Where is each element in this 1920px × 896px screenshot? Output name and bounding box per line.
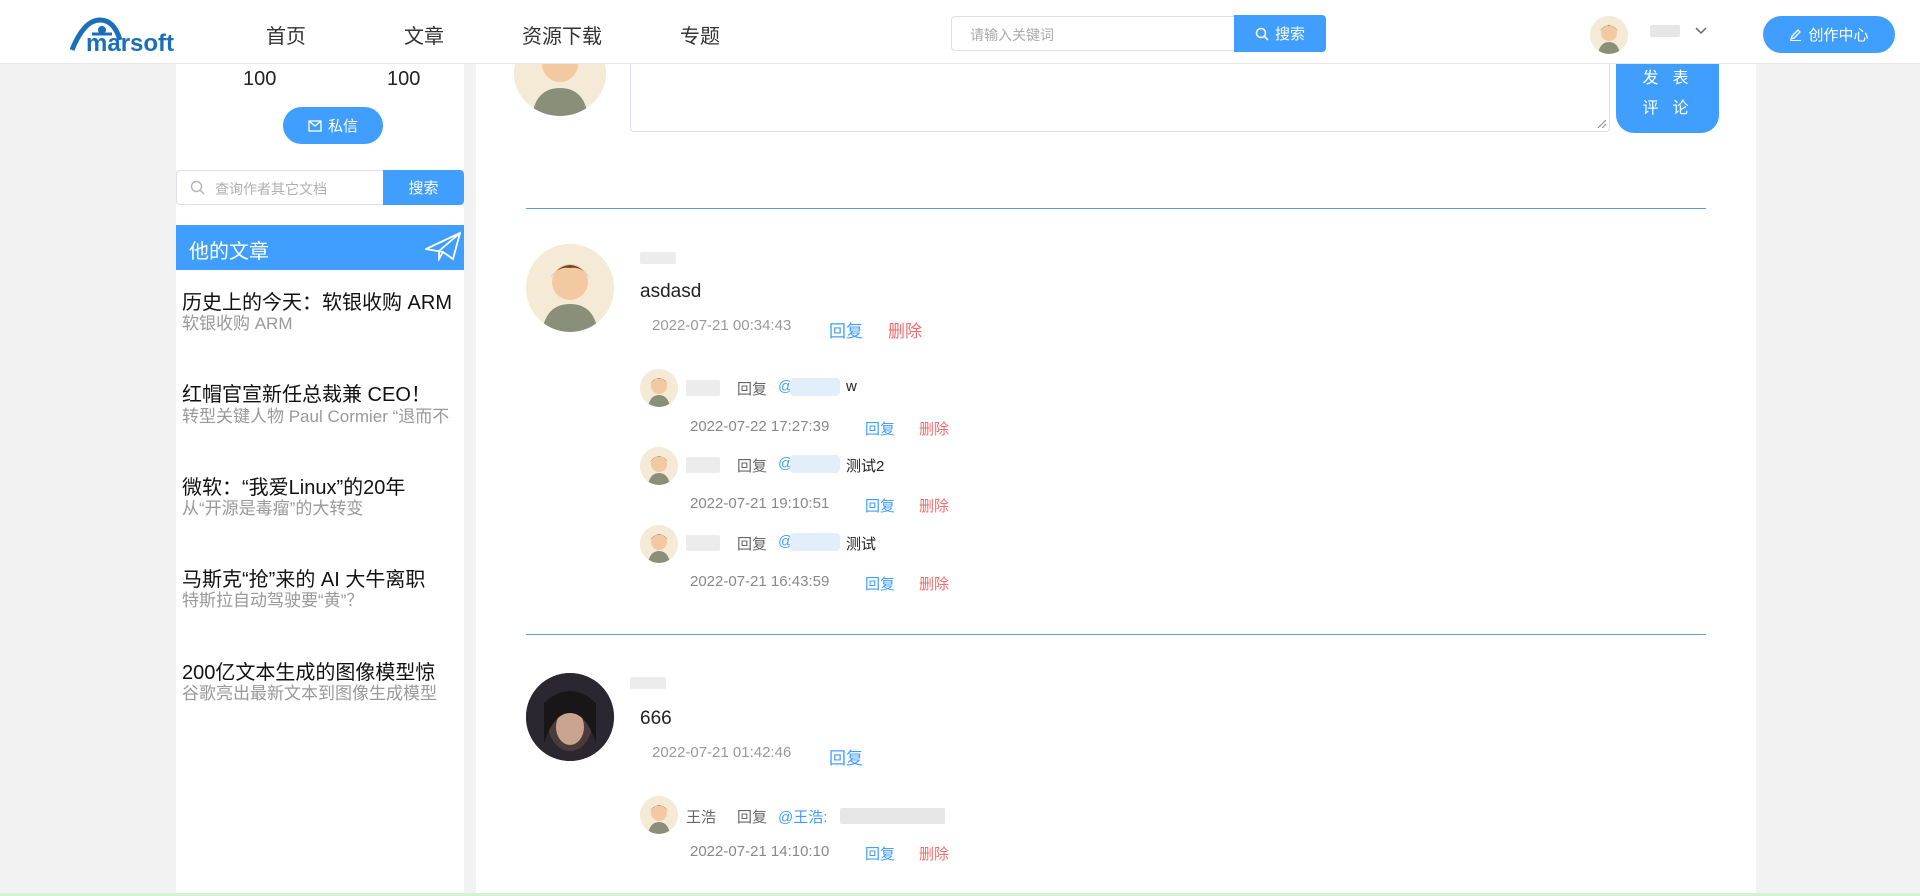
comment-reply-link[interactable]: 回复 — [829, 744, 863, 769]
reply-avatar — [640, 369, 678, 407]
article-title-1[interactable]: 历史上的今天：软银收购 ARM — [182, 286, 462, 315]
article-subtitle-2: 转型关键人物 Paul Cormier “退而不 — [182, 407, 450, 426]
reply-word: 回复 — [737, 536, 768, 553]
user-name-blurred[interactable] — [1650, 25, 1680, 37]
header-search-button[interactable]: 搜索 — [1234, 15, 1326, 52]
header-search-input[interactable]: 请输入关键词 — [951, 16, 1235, 51]
mail-icon — [308, 119, 322, 132]
nav-topics[interactable]: 专题 — [680, 20, 720, 49]
article-subtitle-5: 谷歌亮出最新文本到图像生成模型 — [182, 684, 437, 703]
reply-avatar — [640, 796, 678, 834]
comment-text: asdasd — [640, 281, 702, 302]
comment-textarea[interactable] — [630, 58, 1610, 132]
article-title-2[interactable]: 红帽官宣新任总裁兼 CEO！ — [182, 378, 462, 407]
divider — [526, 208, 1706, 209]
author-docs-search-button[interactable]: 搜索 — [383, 170, 464, 205]
comment-time: 2022-07-21 00:34:43 — [652, 317, 792, 334]
article-title-3[interactable]: 微软：“我爱Linux”的20年 — [182, 471, 462, 500]
reply-text: 测试 — [846, 536, 877, 553]
article-subtitle-3: 从“开源是毒瘤”的大转变 — [182, 499, 364, 518]
comment-avatar — [526, 244, 614, 332]
reply-author-name: 王浩 — [686, 809, 717, 826]
nav-home[interactable]: 首页 — [266, 20, 306, 49]
comment-author-blurred — [630, 677, 666, 689]
article-title-5[interactable]: 200亿文本生成的图像模型惊 — [182, 656, 462, 685]
reply-mention[interactable]: @王浩: — [778, 806, 827, 827]
comment-time: 2022-07-21 01:42:46 — [652, 744, 792, 761]
reply-time: 2022-07-21 19:10:51 — [690, 495, 830, 512]
reply-reply-link[interactable]: 回复 — [865, 418, 895, 439]
comment-text: 666 — [640, 708, 672, 729]
reply-mention-blurred — [790, 533, 840, 551]
private-message-label: 私信 — [327, 118, 358, 135]
comment-author-blurred — [640, 252, 676, 264]
create-center-button[interactable]: 创作中心 — [1763, 16, 1895, 53]
reply-author-blurred — [686, 457, 720, 473]
header-search-label: 搜索 — [1274, 26, 1305, 43]
his-articles-header: 他的文章 — [176, 225, 464, 270]
reply-delete-link[interactable]: 删除 — [919, 418, 949, 439]
reply-delete-link[interactable]: 删除 — [919, 843, 949, 864]
search-icon — [190, 180, 205, 195]
reply-time: 2022-07-22 17:27:39 — [690, 418, 830, 435]
reply-time: 2022-07-21 14:10:10 — [690, 843, 830, 860]
post-comment-label-2: 评论 — [1642, 100, 1703, 117]
author-docs-search-input[interactable]: 查询作者其它文档 — [176, 170, 384, 205]
reply-reply-link[interactable]: 回复 — [865, 573, 895, 594]
create-center-label: 创作中心 — [1808, 27, 1869, 44]
reply-text: w — [846, 378, 857, 395]
chevron-down-icon[interactable] — [1693, 22, 1709, 38]
reply-text-blurred — [840, 808, 945, 824]
reply-time: 2022-07-21 16:43:59 — [690, 573, 830, 590]
reply-delete-link[interactable]: 删除 — [919, 573, 949, 594]
resize-handle-icon[interactable] — [1596, 118, 1606, 128]
nav-articles[interactable]: 文章 — [404, 20, 444, 49]
private-message-button[interactable]: 私信 — [283, 107, 383, 144]
top-header: marsoft 首页 文章 资源下载 专题 请输入关键词 搜索 创作中心 — [0, 0, 1920, 64]
reply-author-blurred — [686, 380, 720, 396]
reply-reply-link[interactable]: 回复 — [865, 843, 895, 864]
stat-count-1: 100 — [243, 68, 277, 90]
reply-mention-blurred — [790, 378, 840, 396]
reply-text: 测试2 — [846, 458, 885, 475]
post-comment-button[interactable]: 发表 评论 — [1616, 54, 1719, 133]
reply-delete-link[interactable]: 删除 — [919, 495, 949, 516]
comment-reply-link[interactable]: 回复 — [829, 317, 863, 342]
user-avatar[interactable] — [1590, 16, 1628, 54]
comment-avatar — [526, 673, 614, 761]
reply-avatar — [640, 525, 678, 563]
article-subtitle-1: 软银收购 ARM — [182, 314, 293, 333]
divider — [526, 634, 1706, 635]
post-comment-label-1: 发表 — [1642, 70, 1703, 87]
article-title-4[interactable]: 马斯克“抢”来的 AI 大牛离职 — [182, 563, 462, 592]
nav-downloads[interactable]: 资源下载 — [522, 20, 602, 49]
edit-icon — [1790, 29, 1802, 41]
paper-plane-icon — [425, 231, 461, 261]
search-icon — [1255, 27, 1269, 41]
reply-word: 回复 — [737, 381, 768, 398]
article-subtitle-4: 特斯拉自动驾驶要“黄”？ — [182, 591, 364, 610]
reply-author-blurred — [686, 535, 720, 551]
stat-count-2: 100 — [387, 68, 421, 90]
comment-delete-link[interactable]: 删除 — [888, 317, 922, 342]
reply-avatar — [640, 447, 678, 485]
reply-reply-link[interactable]: 回复 — [865, 495, 895, 516]
logo-text[interactable]: marsoft — [86, 30, 174, 58]
reply-mention-blurred — [790, 455, 840, 473]
reply-word: 回复 — [737, 458, 768, 475]
reply-word: 回复 — [737, 809, 768, 826]
